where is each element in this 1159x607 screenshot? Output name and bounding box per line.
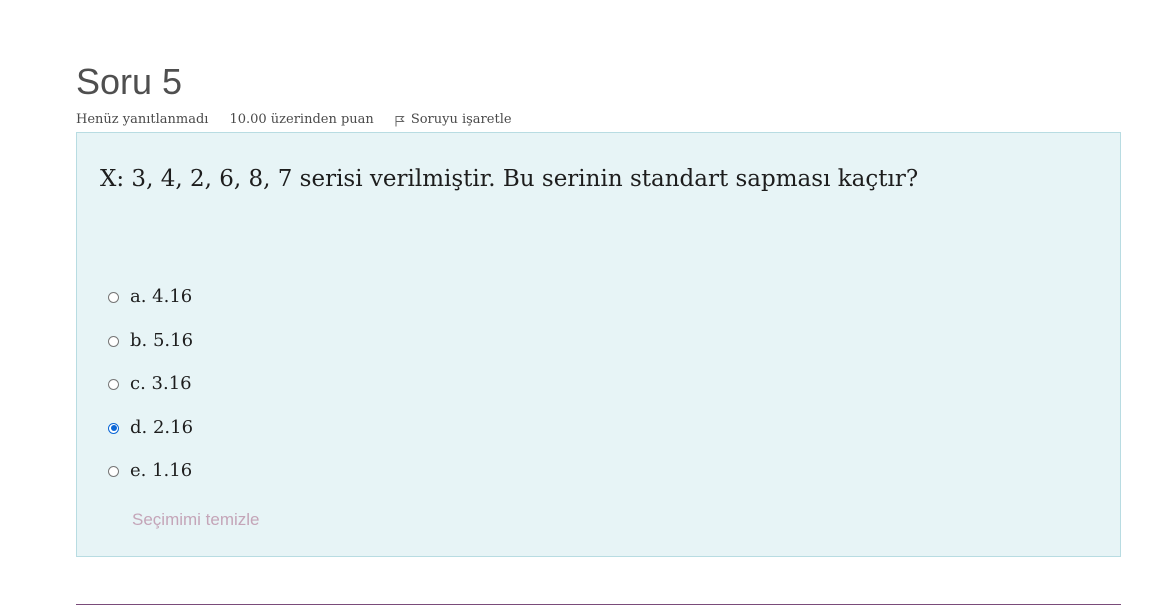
answer-label-e: e. 1.16	[130, 460, 193, 481]
answer-label-d: d. 2.16	[130, 416, 194, 438]
answer-radio-c[interactable]	[108, 379, 119, 390]
question-info: Henüz yanıtlanmadı 10.00 üzerinden puan …	[76, 110, 512, 128]
question-content: X: 3, 4, 2, 6, 8, 7 serisi verilmiştir. …	[76, 132, 1121, 557]
divider	[76, 604, 1121, 605]
answer-radio-e[interactable]	[108, 466, 119, 477]
answer-radio-d[interactable]	[108, 422, 119, 434]
answer-option-c[interactable]: c. 3.16	[108, 369, 193, 413]
answer-radio-a[interactable]	[108, 292, 119, 303]
answer-list: a. 4.16 b. 5.16 c. 3.16 d. 2.16 e. 1.16	[108, 282, 193, 500]
answer-option-e[interactable]: e. 1.16	[108, 456, 193, 500]
question-state: Henüz yanıtlanmadı	[76, 111, 209, 127]
answer-radio-b[interactable]	[108, 335, 119, 347]
clear-choice-link[interactable]: Seçimimi temizle	[132, 510, 260, 530]
quiz-page: Soru 5 Henüz yanıtlanmadı 10.00 üzerinde…	[0, 0, 1159, 607]
answer-label-c: c. 3.16	[130, 373, 192, 394]
flag-question-label: Soruyu işaretle	[410, 111, 512, 127]
question-text: X: 3, 4, 2, 6, 8, 7 serisi verilmiştir. …	[100, 166, 919, 192]
question-grade: 10.00 üzerinden puan	[229, 111, 374, 127]
answer-option-d[interactable]: d. 2.16	[108, 413, 193, 457]
answer-label-a: a. 4.16	[130, 286, 193, 307]
question-title: Soru 5	[76, 61, 183, 102]
answer-option-b[interactable]: b. 5.16	[108, 326, 193, 370]
answer-option-a[interactable]: a. 4.16	[108, 282, 193, 326]
flag-question-link[interactable]: Soruyu işaretle	[395, 112, 512, 127]
answer-label-b: b. 5.16	[130, 329, 194, 351]
flag-icon	[395, 115, 405, 126]
